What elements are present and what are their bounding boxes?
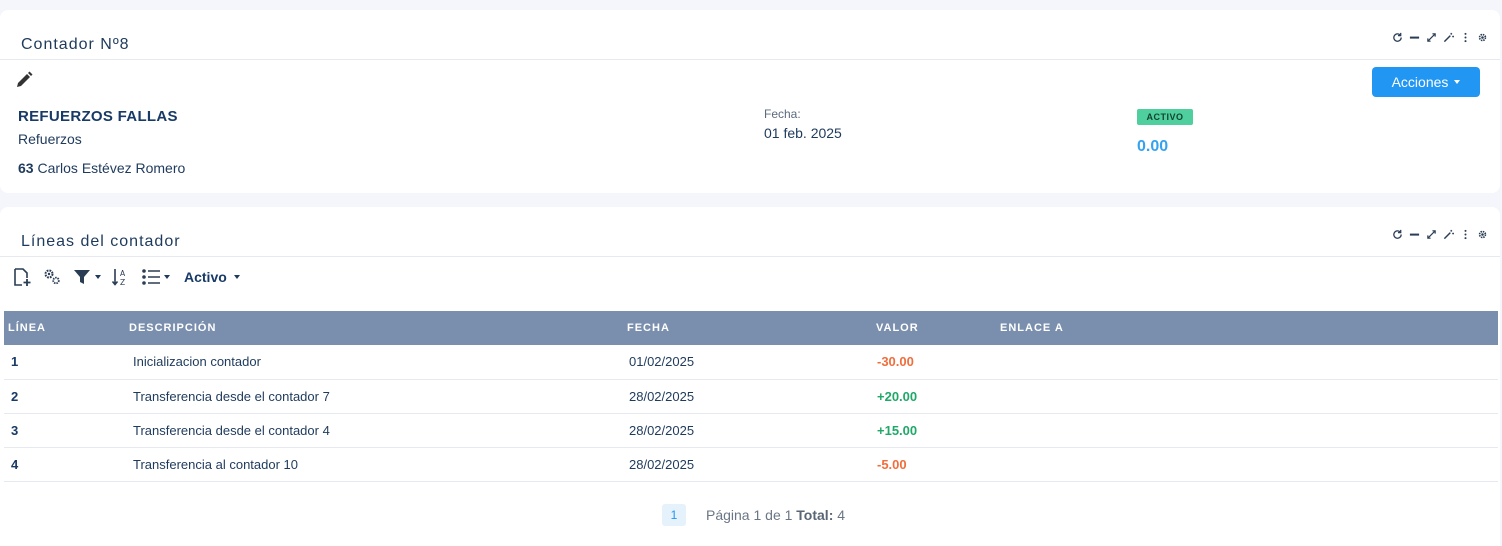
status-filter-dropdown[interactable]: Activo [184, 269, 240, 285]
table-row[interactable]: 4 Transferencia al contador 10 28/02/202… [4, 447, 1498, 481]
acciones-label: Acciones [1391, 74, 1449, 90]
acciones-button[interactable]: Acciones [1372, 67, 1480, 97]
table-row[interactable]: 3 Transferencia desde el contador 4 28/0… [4, 413, 1498, 447]
counter-name: REFUERZOS FALLAS [18, 108, 178, 125]
minimize-icon[interactable] [1409, 32, 1420, 43]
gear-icon[interactable] [1477, 229, 1488, 240]
minimize-icon[interactable] [1409, 229, 1420, 240]
cell-linea[interactable]: 1 [4, 345, 129, 379]
fecha-label: Fecha: [764, 107, 801, 121]
settings-gears-icon [44, 269, 60, 285]
cell-linea[interactable]: 2 [4, 379, 129, 413]
more-vertical-icon[interactable] [1460, 32, 1471, 43]
cell-fecha: 01/02/2025 [629, 354, 695, 370]
refresh-icon[interactable] [1392, 32, 1403, 43]
table-row[interactable]: 2 Transferencia desde el contador 7 28/0… [4, 379, 1498, 413]
caret-down-icon [1454, 80, 1461, 84]
column-header-fecha[interactable]: FECHA [627, 311, 876, 345]
pager-summary: Página 1 de 1 Total: 4 [706, 507, 845, 523]
column-header-valor[interactable]: VALOR [876, 311, 1000, 345]
cell-valor: -5.00 [877, 456, 907, 472]
sort-button[interactable]: AZ [111, 267, 131, 287]
page-button-1[interactable]: 1 [662, 504, 686, 526]
table-header-row: LÍNEA DESCRIPCIÓN FECHA VALOR ENLACE A [4, 311, 1498, 345]
table-row[interactable]: 1 Inicializacion contador 01/02/2025 -30… [4, 345, 1498, 379]
sort-az-icon: AZ [111, 269, 126, 287]
contador-panel: Contador Nº8 Acciones REFUERZOS FALLAS R… [0, 10, 1500, 193]
cell-fecha: 28/02/2025 [629, 456, 695, 472]
cell-enlace [1000, 447, 1498, 481]
cell-descripcion: Transferencia desde el contador 4 [133, 422, 330, 438]
page-text: Página 1 de 1 [706, 507, 793, 523]
expand-icon[interactable] [1426, 229, 1437, 240]
new-document-icon [14, 268, 31, 286]
lines-table: LÍNEA DESCRIPCIÓN FECHA VALOR ENLACE A 1… [4, 311, 1498, 482]
status-badge: ACTIVO [1137, 109, 1193, 125]
cell-linea[interactable]: 4 [4, 447, 129, 481]
panel-title: Líneas del contador [21, 233, 181, 250]
svg-text:A: A [120, 269, 126, 278]
cell-fecha: 28/02/2025 [629, 388, 695, 404]
pagination: 1 Página 1 de 1 Total: 4 [662, 504, 845, 526]
panel-tools [1392, 229, 1488, 240]
column-header-enlace[interactable]: ENLACE A [1000, 311, 1498, 345]
list-view-button[interactable] [141, 267, 170, 287]
counter-type: Refuerzos [18, 131, 82, 147]
lineas-panel: Líneas del contador A Z Activo LÍNEA DES… [0, 207, 1500, 546]
person-id: 63 [18, 160, 34, 176]
cell-descripcion: Transferencia al contador 10 [133, 456, 299, 472]
cell-enlace [1000, 413, 1498, 447]
panel-header: Contador Nº8 [0, 10, 1500, 60]
cell-valor: +20.00 [877, 388, 918, 404]
more-vertical-icon[interactable] [1460, 229, 1471, 240]
caret-down-icon [95, 275, 101, 279]
status-filter-label: Activo [184, 269, 227, 285]
magic-wand-icon[interactable] [1443, 32, 1454, 43]
cell-descripcion: Transferencia desde el contador 7 [133, 388, 330, 404]
panel-title: Contador Nº8 [21, 36, 130, 53]
cell-fecha: 28/02/2025 [629, 422, 695, 438]
panel-header: Líneas del contador [0, 207, 1500, 257]
person-info: 63 Carlos Estévez Romero [18, 160, 185, 176]
magic-wand-icon[interactable] [1443, 229, 1454, 240]
column-header-linea[interactable]: LÍNEA [4, 311, 129, 345]
filter-button[interactable] [72, 267, 101, 287]
svg-text:Z: Z [120, 278, 125, 287]
pencil-icon[interactable] [14, 70, 34, 90]
gear-icon[interactable] [1477, 32, 1488, 43]
new-line-button[interactable] [12, 267, 32, 287]
settings-button[interactable] [42, 267, 62, 287]
cell-linea[interactable]: 3 [4, 413, 129, 447]
cell-enlace [1000, 345, 1498, 379]
fecha-value: 01 feb. 2025 [764, 125, 842, 141]
caret-down-icon [164, 275, 170, 279]
counter-amount: 0.00 [1137, 138, 1169, 155]
expand-icon[interactable] [1426, 32, 1437, 43]
total-value: 4 [837, 507, 846, 523]
cell-valor: -30.00 [877, 354, 914, 370]
cell-enlace [1000, 379, 1498, 413]
filter-icon [74, 270, 90, 284]
refresh-icon[interactable] [1392, 229, 1403, 240]
person-name: Carlos Estévez Romero [37, 160, 186, 176]
cell-valor: +15.00 [877, 422, 918, 438]
caret-down-icon [233, 275, 240, 279]
list-icon [142, 269, 160, 285]
lines-toolbar: AZ Activo [12, 266, 240, 288]
cell-descripcion: Inicializacion contador [133, 354, 261, 370]
panel-tools [1392, 32, 1488, 43]
column-header-descripcion[interactable]: DESCRIPCIÓN [129, 311, 627, 345]
total-label: Total: [796, 507, 834, 523]
